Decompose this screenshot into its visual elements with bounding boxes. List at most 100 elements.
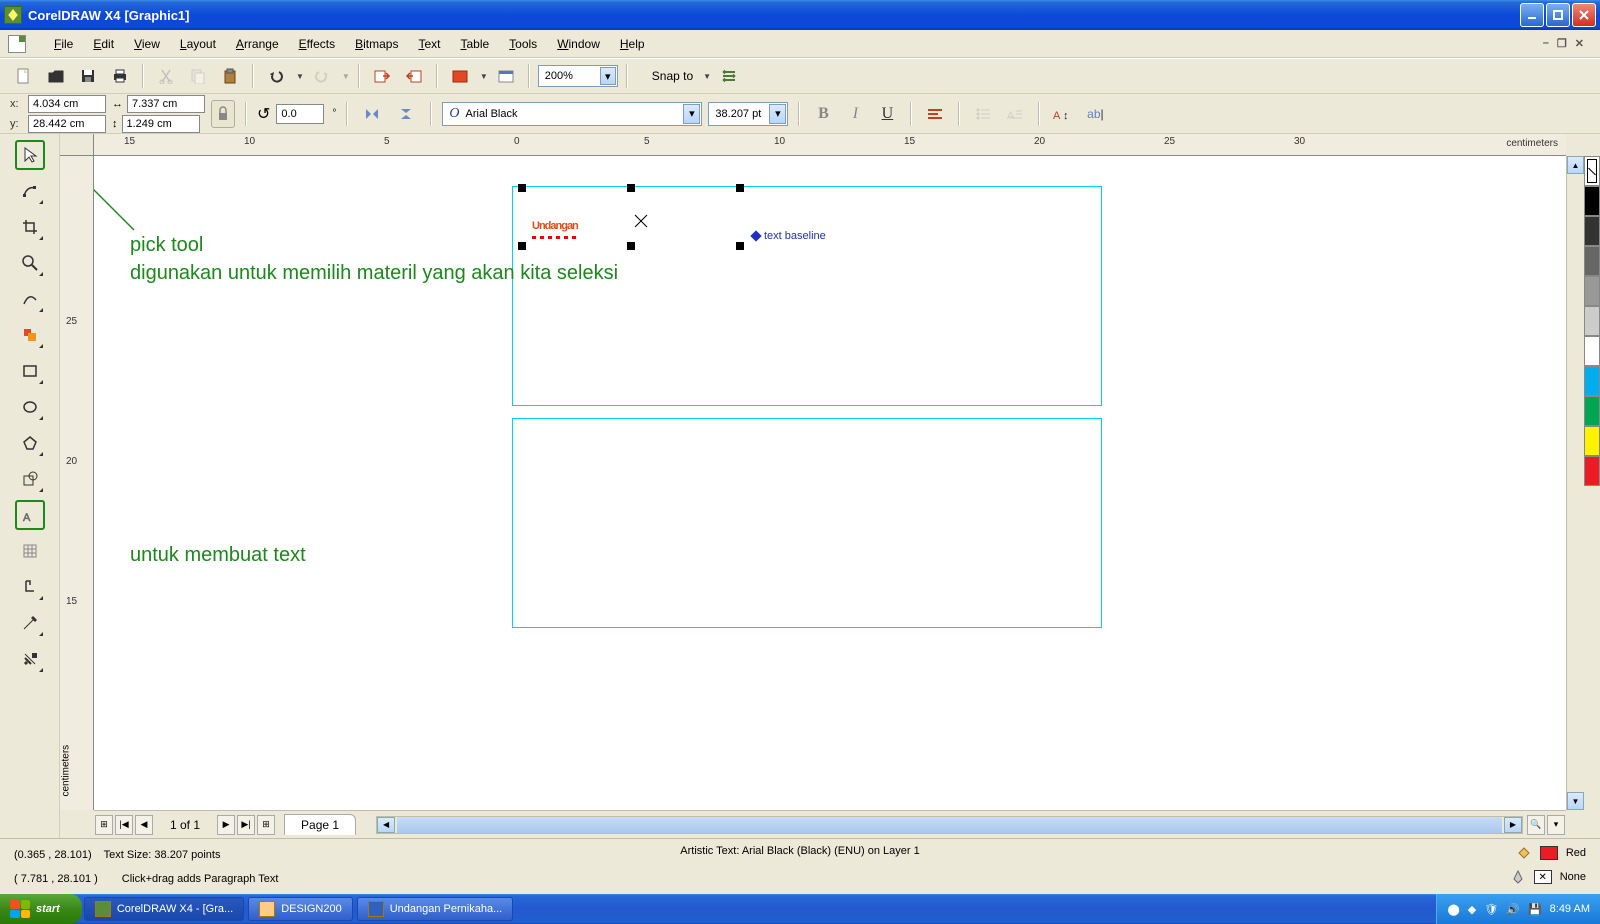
app-launcher-dropdown[interactable]: ▼ [480, 72, 488, 81]
export-button[interactable] [400, 62, 428, 90]
view-nav-button[interactable]: ▾ [1547, 815, 1565, 835]
color-swatch[interactable] [1584, 336, 1600, 366]
color-swatch[interactable] [1584, 396, 1600, 426]
menu-effects[interactable]: Effects [289, 33, 345, 55]
menu-file[interactable]: File [44, 33, 83, 55]
mirror-vertical-button[interactable] [392, 100, 420, 128]
vertical-ruler[interactable]: 25 20 15 centimeters [60, 156, 94, 810]
crop-tool[interactable] [15, 212, 45, 242]
menu-text[interactable]: Text [408, 33, 450, 55]
zoom-dropdown-icon[interactable]: ▾ [600, 67, 616, 85]
width-input[interactable] [127, 95, 205, 113]
copy-button[interactable] [184, 62, 212, 90]
no-color-swatch[interactable] [1584, 156, 1600, 186]
last-page-button[interactable]: ▶| [237, 815, 255, 835]
scrollbar-track[interactable] [397, 817, 1502, 833]
color-swatch[interactable] [1584, 456, 1600, 486]
lock-ratio-button[interactable] [211, 100, 235, 128]
interactive-tool[interactable] [15, 572, 45, 602]
redo-dropdown[interactable]: ▼ [342, 72, 350, 81]
prev-page-button[interactable]: ◀ [135, 815, 153, 835]
outline-tool[interactable] [15, 644, 45, 674]
artistic-text-object[interactable]: Undangan [532, 200, 578, 237]
size-dropdown-icon[interactable]: ▾ [769, 104, 786, 124]
color-swatch[interactable] [1584, 276, 1600, 306]
zoom-tool[interactable] [15, 248, 45, 278]
rotation-input[interactable] [276, 104, 324, 124]
vertical-scrollbar[interactable]: ▲ ▼ [1566, 156, 1584, 810]
window-maximize-button[interactable] [1546, 3, 1570, 27]
edit-text-button[interactable]: ab| [1082, 101, 1108, 127]
open-button[interactable] [42, 62, 70, 90]
ellipse-tool[interactable] [15, 392, 45, 422]
menu-help[interactable]: Help [610, 33, 655, 55]
fill-color-swatch[interactable] [1540, 846, 1558, 860]
font-dropdown-icon[interactable]: ▾ [683, 104, 700, 124]
menu-layout[interactable]: Layout [170, 33, 226, 55]
undo-dropdown[interactable]: ▼ [296, 72, 304, 81]
clock[interactable]: 8:49 AM [1550, 903, 1590, 915]
taskbar-item-coreldraw[interactable]: CorelDRAW X4 - [Gra... [84, 897, 244, 921]
shape-tool[interactable] [15, 176, 45, 206]
tray-icon[interactable]: ◆ [1468, 903, 1476, 916]
dropcap-button[interactable]: A [1002, 101, 1028, 127]
print-button[interactable] [106, 62, 134, 90]
welcome-screen-button[interactable] [492, 62, 520, 90]
taskbar-item-word[interactable]: Undangan Pernikaha... [357, 897, 514, 921]
scroll-right-button[interactable]: ▶ [1504, 817, 1522, 833]
import-button[interactable] [368, 62, 396, 90]
rectangle-object-1[interactable] [512, 186, 1102, 406]
menu-table[interactable]: Table [450, 33, 499, 55]
start-button[interactable]: start [0, 894, 82, 924]
add-page-before-button[interactable]: ⊞ [95, 815, 113, 835]
smart-fill-tool[interactable] [15, 320, 45, 350]
tray-icon[interactable]: 🛡 [1484, 903, 1498, 916]
first-page-button[interactable]: |◀ [115, 815, 133, 835]
alignment-button[interactable] [922, 101, 948, 127]
mdi-restore-button[interactable]: ❐ [1557, 37, 1567, 50]
menu-edit[interactable]: Edit [83, 33, 124, 55]
polygon-tool[interactable] [15, 428, 45, 458]
pick-tool[interactable] [15, 140, 45, 170]
horizontal-ruler[interactable]: 15 10 5 0 5 10 15 20 25 30 centimeters [94, 134, 1566, 156]
undo-button[interactable] [262, 62, 290, 90]
window-close-button[interactable] [1572, 3, 1596, 27]
outline-color-swatch[interactable] [1534, 870, 1552, 884]
tray-icon[interactable]: 🔊 [1506, 903, 1520, 916]
menu-view[interactable]: View [124, 33, 170, 55]
bold-button[interactable]: B [810, 101, 836, 127]
rectangle-tool[interactable] [15, 356, 45, 386]
ruler-origin[interactable] [60, 134, 94, 156]
page-tab-1[interactable]: Page 1 [284, 814, 356, 835]
underline-button[interactable]: U [874, 101, 900, 127]
scroll-up-button[interactable]: ▲ [1567, 156, 1584, 174]
save-button[interactable] [74, 62, 102, 90]
next-page-button[interactable]: ▶ [217, 815, 235, 835]
color-swatch[interactable] [1584, 366, 1600, 396]
table-tool[interactable] [15, 536, 45, 566]
color-swatch[interactable] [1584, 426, 1600, 456]
color-swatch[interactable] [1584, 246, 1600, 276]
eyedropper-tool[interactable] [15, 608, 45, 638]
color-swatch[interactable] [1584, 306, 1600, 336]
zoom-nav-button[interactable]: 🔍 [1527, 815, 1545, 835]
y-input[interactable] [28, 115, 106, 133]
color-swatch[interactable] [1584, 216, 1600, 246]
menu-tools[interactable]: Tools [499, 33, 547, 55]
character-formatting-button[interactable]: A↕ [1050, 101, 1076, 127]
bullets-button[interactable] [970, 101, 996, 127]
taskbar-item-folder[interactable]: DESIGN200 [248, 897, 353, 921]
font-size-input[interactable]: 38.207 pt ▾ [708, 102, 788, 126]
mdi-close-button[interactable]: ✕ [1575, 37, 1584, 50]
cut-button[interactable] [152, 62, 180, 90]
tray-icon[interactable]: 💾 [1528, 903, 1542, 916]
basic-shapes-tool[interactable] [15, 464, 45, 494]
canvas[interactable]: Undangan text baseline pick tool digunak… [94, 156, 1566, 810]
tray-icon[interactable]: ⬤ [1447, 903, 1459, 916]
height-input[interactable] [122, 115, 200, 133]
menu-bitmaps[interactable]: Bitmaps [345, 33, 408, 55]
scroll-left-button[interactable]: ◀ [377, 817, 395, 833]
freehand-tool[interactable] [15, 284, 45, 314]
app-launcher-button[interactable] [446, 62, 474, 90]
add-page-after-button[interactable]: ⊞ [257, 815, 275, 835]
